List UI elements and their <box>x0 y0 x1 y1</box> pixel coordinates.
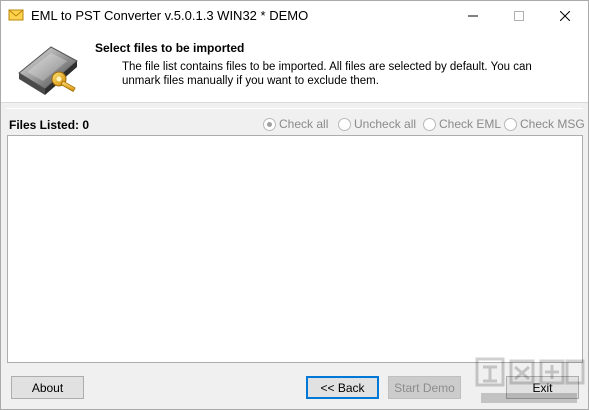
radio-label: Uncheck all <box>354 117 417 131</box>
radio-indicator <box>263 117 276 131</box>
files-listed-label: Files Listed: 0 <box>9 118 90 132</box>
app-window: EML to PST Converter v.5.0.1.3 WIN32 * D… <box>0 0 589 410</box>
window-title: EML to PST Converter v.5.0.1.3 WIN32 * D… <box>31 8 309 23</box>
drive-key-icon <box>15 39 81 97</box>
back-button[interactable]: << Back <box>306 376 379 399</box>
close-icon <box>560 11 570 21</box>
minimize-button[interactable] <box>450 1 496 31</box>
close-button[interactable] <box>542 1 588 31</box>
radio-indicator <box>504 117 517 131</box>
separator <box>6 108 583 109</box>
radio-check-eml[interactable]: Check EML <box>423 117 501 131</box>
radio-check-all[interactable]: Check all <box>263 117 328 131</box>
radio-uncheck-all[interactable]: Uncheck all <box>338 117 416 131</box>
exit-button[interactable]: Exit <box>506 376 579 399</box>
radio-label: Check EML <box>439 117 502 131</box>
start-demo-button[interactable]: Start Demo <box>388 376 461 399</box>
title-bar[interactable]: EML to PST Converter v.5.0.1.3 WIN32 * D… <box>1 1 588 31</box>
radio-indicator <box>338 117 351 131</box>
radio-indicator <box>423 117 436 131</box>
wizard-header: Select files to be imported The file lis… <box>1 31 588 103</box>
radio-label: Check MSG <box>520 117 585 131</box>
maximize-icon <box>514 11 524 21</box>
header-title: Select files to be imported <box>95 41 245 55</box>
file-list[interactable] <box>7 135 583 363</box>
about-button[interactable]: About <box>11 376 84 399</box>
header-description: The file list contains files to be impor… <box>122 61 532 87</box>
maximize-button[interactable] <box>496 1 542 31</box>
envelope-icon <box>8 7 24 23</box>
radio-label: Check all <box>279 117 329 131</box>
radio-check-msg[interactable]: Check MSG <box>504 117 585 131</box>
minimize-icon <box>468 11 478 21</box>
